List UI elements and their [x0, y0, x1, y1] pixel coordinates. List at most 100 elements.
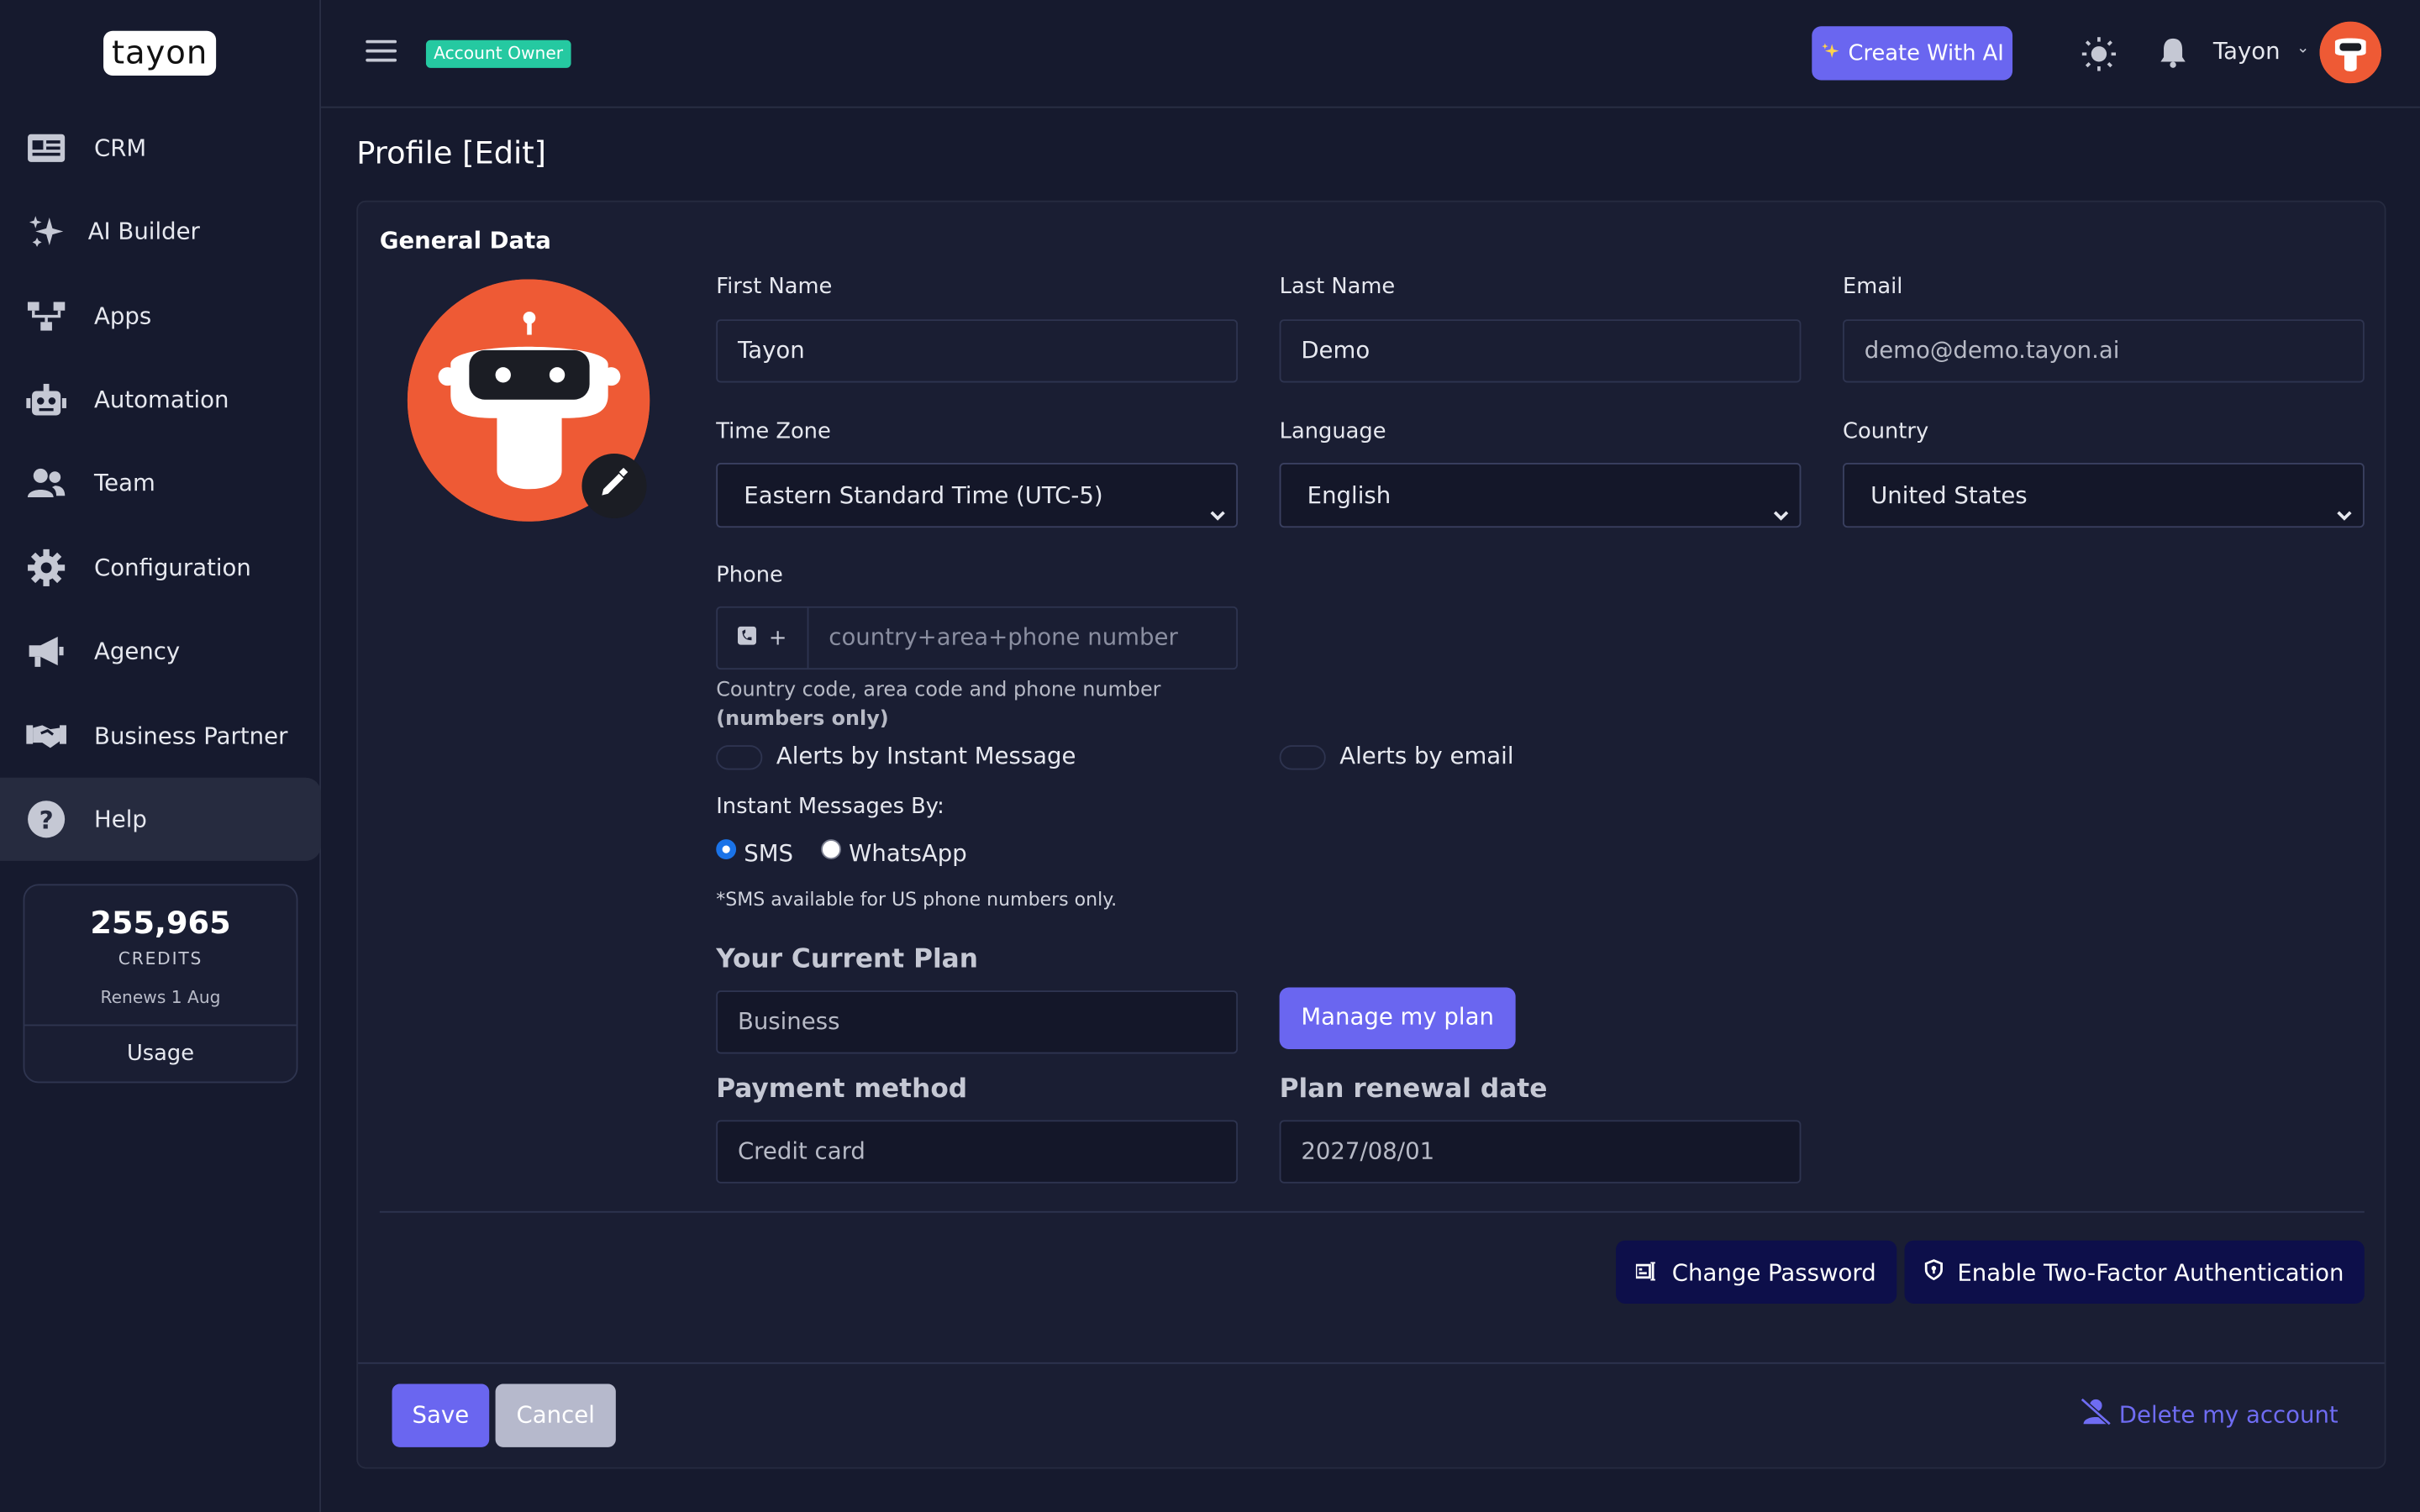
first-name-label: First Name [716, 274, 833, 300]
payment-method-label: Payment method [716, 1074, 968, 1105]
renewal-date-label: Plan renewal date [1279, 1074, 1548, 1105]
whatsapp-label: WhatsApp [849, 839, 967, 868]
sidebar-item-automation[interactable]: Automation [0, 358, 321, 441]
sidebar-item-crm[interactable]: CRM [0, 107, 321, 190]
edit-avatar-button[interactable] [581, 453, 647, 519]
two-factor-button[interactable]: Enable Two-Factor Authentication [1904, 1240, 2365, 1305]
save-button[interactable]: Save [392, 1383, 490, 1447]
sitemap-icon [26, 297, 66, 337]
megaphone-icon [26, 631, 66, 671]
user-name[interactable]: Tayon [2213, 37, 2281, 65]
chevron-down-icon [2335, 486, 2354, 521]
key-icon [1635, 1258, 1659, 1286]
language-select[interactable]: English [1279, 463, 1802, 528]
sidebar-item-configuration[interactable]: Configuration [0, 526, 321, 609]
sms-label: SMS [744, 839, 794, 868]
sidebar-item-label: Team [94, 469, 155, 497]
card-footer [358, 1362, 2385, 1364]
sidebar-item-business-partner[interactable]: Business Partner [0, 695, 321, 778]
first-name-input[interactable]: Tayon [716, 319, 1239, 383]
phone-input[interactable]: country+area+phone number [829, 623, 1177, 651]
create-with-ai-button[interactable]: Create With AI [1812, 26, 2013, 81]
phone-hint-bold: (numbers only) [716, 708, 889, 732]
sun-icon[interactable] [2081, 37, 2117, 71]
profile-card: General Data First Name Tayon Last Name [356, 200, 2386, 1469]
chevron-down-icon[interactable]: ⌄ [2296, 40, 2309, 57]
time-zone-value: Eastern Standard Time (UTC-5) [744, 481, 1103, 510]
change-password-button[interactable]: Change Password [1616, 1240, 1897, 1305]
section-title: General Data [379, 226, 551, 255]
sidebar-item-label: Business Partner [94, 722, 288, 750]
sidebar-item-label: Apps [94, 302, 152, 331]
handshake-icon [26, 716, 66, 756]
sidebar-item-label: Help [94, 805, 147, 833]
robot-icon [26, 380, 66, 420]
email-field[interactable]: demo@demo.tayon.ai [1843, 319, 2365, 383]
country-label: Country [1843, 419, 1929, 444]
language-label: Language [1279, 419, 1386, 444]
chevron-down-icon [1772, 486, 1791, 521]
divider [379, 1210, 2365, 1213]
create-with-ai-label: Create With AI [1848, 40, 2004, 66]
phone-prefix: + [718, 607, 809, 669]
logo[interactable]: tayon [103, 30, 217, 76]
delete-account-link[interactable]: Delete my account [2080, 1397, 2338, 1431]
sparkles-icon [1820, 41, 1839, 66]
last-name-label: Last Name [1279, 274, 1396, 300]
sidebar-item-team[interactable]: Team [0, 441, 321, 524]
im-by-label: Instant Messages By: [716, 794, 944, 820]
usage-link[interactable]: Usage [24, 1042, 296, 1066]
sms-note: *SMS available for US phone numbers only… [716, 888, 1118, 911]
svg-text:?: ? [39, 806, 54, 834]
sidebar-item-label: Agency [94, 637, 181, 665]
alerts-im-toggle[interactable] [716, 745, 763, 770]
cancel-button[interactable]: Cancel [495, 1383, 616, 1447]
country-value: United States [1870, 481, 2028, 510]
time-zone-label: Time Zone [716, 419, 831, 444]
alerts-email-toggle[interactable] [1279, 745, 1326, 770]
whatsapp-radio[interactable] [821, 839, 842, 860]
payment-method-field: Credit card [716, 1120, 1239, 1184]
id-card-icon [26, 128, 66, 168]
users-icon [26, 463, 66, 503]
menu-icon[interactable] [366, 39, 397, 65]
email-label: Email [1843, 274, 1903, 300]
sidebar-item-label: AI Builder [87, 217, 200, 246]
last-name-input[interactable]: Demo [1279, 319, 1802, 383]
credits-divider [24, 1024, 297, 1026]
credits-label: CREDITS [118, 948, 203, 969]
two-factor-label: Enable Two-Factor Authentication [1957, 1257, 2344, 1286]
bell-icon[interactable] [2156, 35, 2190, 69]
renewal-date-field: 2027/08/01 [1279, 1120, 1802, 1184]
phone-field[interactable]: + country+area+phone number [716, 606, 1239, 670]
country-select[interactable]: United States [1843, 463, 2365, 528]
top-header: Account Owner Create With AI Tayon ⌄ [321, 0, 2420, 108]
sidebar: tayon CRM AI Builder Apps Automation Tea… [0, 0, 322, 1512]
credits-amount: 255,965 [90, 904, 231, 942]
sidebar-item-label: CRM [94, 134, 147, 162]
sidebar-item-agency[interactable]: Agency [0, 609, 321, 692]
user-slash-icon [2080, 1397, 2112, 1431]
sidebar-item-apps[interactable]: Apps [0, 275, 321, 358]
sparkles-icon [26, 212, 66, 252]
language-value: English [1307, 481, 1392, 510]
sidebar-item-help[interactable]: ? Help [0, 777, 322, 861]
sidebar-item-ai-builder[interactable]: AI Builder [0, 190, 321, 273]
phone-plus: + [768, 625, 787, 651]
phone-icon [738, 625, 757, 650]
page-title: Profile [Edit] [356, 134, 546, 171]
role-badge: Account Owner [425, 39, 571, 68]
phone-hint: Country code, area code and phone number [716, 679, 1161, 702]
avatar[interactable] [2319, 21, 2382, 84]
sidebar-item-label: Configuration [94, 554, 251, 582]
sms-radio[interactable] [716, 839, 737, 860]
credits-renewal: Renews 1 Aug [100, 987, 221, 1008]
change-password-label: Change Password [1671, 1257, 1876, 1286]
time-zone-select[interactable]: Eastern Standard Time (UTC-5) [716, 463, 1239, 528]
manage-plan-button[interactable]: Manage my plan [1279, 987, 1516, 1049]
alerts-im-label: Alerts by Instant Message [776, 742, 1076, 770]
gear-icon [26, 548, 66, 588]
pencil-icon [599, 467, 630, 505]
sidebar-item-label: Automation [94, 386, 229, 414]
current-plan-field: Business [716, 990, 1239, 1054]
